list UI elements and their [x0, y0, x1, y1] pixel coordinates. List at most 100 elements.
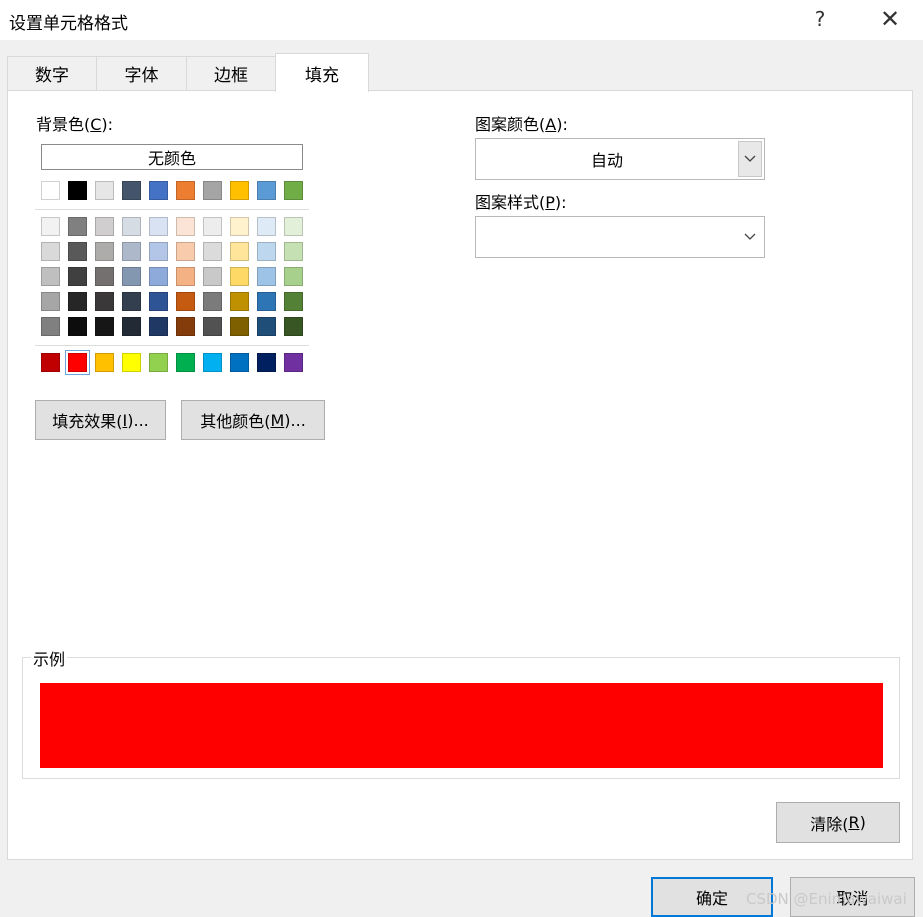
color-swatch[interactable]	[284, 267, 303, 286]
color-swatch[interactable]	[230, 242, 249, 261]
color-swatch[interactable]	[149, 353, 168, 372]
close-icon: ✕	[879, 5, 901, 33]
color-swatch[interactable]	[176, 242, 195, 261]
color-swatch[interactable]	[149, 317, 168, 336]
color-swatch[interactable]	[149, 181, 168, 200]
color-swatch[interactable]	[68, 181, 87, 200]
color-swatch[interactable]	[284, 292, 303, 311]
color-swatch[interactable]	[257, 292, 276, 311]
color-swatch[interactable]	[149, 267, 168, 286]
tab-number[interactable]: 数字	[7, 56, 97, 90]
color-swatch[interactable]	[149, 217, 168, 236]
color-swatch[interactable]	[41, 242, 60, 261]
close-button[interactable]: ✕	[868, 2, 912, 36]
color-swatch[interactable]	[68, 217, 87, 236]
pattern-style-value	[476, 217, 738, 257]
fill-effects-button[interactable]: 填充效果(I)...	[35, 400, 166, 440]
chevron-down-icon[interactable]	[738, 141, 762, 177]
color-swatch[interactable]	[176, 217, 195, 236]
help-button[interactable]: ?	[798, 2, 842, 36]
color-swatch[interactable]	[203, 267, 222, 286]
color-swatch[interactable]	[203, 317, 222, 336]
color-swatch[interactable]	[41, 217, 60, 236]
color-swatch[interactable]	[257, 267, 276, 286]
color-swatch[interactable]	[149, 242, 168, 261]
color-swatch[interactable]	[95, 267, 114, 286]
color-swatch[interactable]	[41, 292, 60, 311]
color-swatch[interactable]	[68, 242, 87, 261]
dialog-title: 设置单元格格式	[9, 14, 128, 34]
color-swatch[interactable]	[176, 317, 195, 336]
color-swatch[interactable]	[95, 181, 114, 200]
color-swatch[interactable]	[41, 267, 60, 286]
color-swatch[interactable]	[149, 292, 168, 311]
color-swatch[interactable]	[122, 317, 141, 336]
color-swatch[interactable]	[95, 242, 114, 261]
color-swatch[interactable]	[95, 217, 114, 236]
color-swatch[interactable]	[284, 181, 303, 200]
clear-button[interactable]: 清除(R)	[776, 802, 900, 843]
color-swatch[interactable]	[122, 242, 141, 261]
color-swatch[interactable]	[176, 267, 195, 286]
color-swatch[interactable]	[68, 267, 87, 286]
color-swatch[interactable]	[203, 353, 222, 372]
color-swatch[interactable]	[284, 217, 303, 236]
color-swatch[interactable]	[41, 181, 60, 200]
color-swatch[interactable]	[230, 267, 249, 286]
color-swatch[interactable]	[176, 292, 195, 311]
help-icon: ?	[814, 7, 826, 31]
color-swatch[interactable]	[65, 350, 90, 375]
color-swatch[interactable]	[68, 317, 87, 336]
color-swatch[interactable]	[122, 217, 141, 236]
title-bar: 设置单元格格式 ? ✕	[0, 0, 923, 40]
color-swatch[interactable]	[230, 217, 249, 236]
color-swatch[interactable]	[95, 317, 114, 336]
color-swatch[interactable]	[176, 353, 195, 372]
fill-panel: 背景色(C): 无颜色 填充效果(I)... 其他颜色(M)... 图案颜色(A…	[7, 90, 913, 860]
color-swatch[interactable]	[176, 181, 195, 200]
color-swatch[interactable]	[122, 292, 141, 311]
color-swatch[interactable]	[284, 317, 303, 336]
color-swatch[interactable]	[41, 317, 60, 336]
color-swatch[interactable]	[95, 353, 114, 372]
color-swatch[interactable]	[95, 292, 114, 311]
color-swatch[interactable]	[257, 317, 276, 336]
palette-separator	[35, 345, 309, 346]
pattern-style-select[interactable]	[475, 216, 765, 258]
tab-font[interactable]: 字体	[96, 56, 187, 90]
sample-group: 示例	[22, 646, 900, 779]
chevron-down-icon[interactable]	[738, 219, 762, 255]
color-swatch[interactable]	[230, 353, 249, 372]
background-color-label: 背景色(C):	[36, 115, 114, 134]
color-swatch[interactable]	[257, 353, 276, 372]
color-swatch[interactable]	[203, 181, 222, 200]
color-swatch[interactable]	[122, 181, 141, 200]
pattern-style-label: 图案样式(P):	[475, 193, 567, 212]
sample-preview	[40, 683, 883, 768]
tab-fill[interactable]: 填充	[275, 53, 369, 92]
color-swatch[interactable]	[203, 242, 222, 261]
color-swatch[interactable]	[122, 267, 141, 286]
tab-border[interactable]: 边框	[186, 56, 276, 90]
color-swatch[interactable]	[257, 181, 276, 200]
color-swatch[interactable]	[41, 353, 60, 372]
color-swatch[interactable]	[122, 353, 141, 372]
color-swatch[interactable]	[284, 353, 303, 372]
color-swatch[interactable]	[257, 242, 276, 261]
no-color-button[interactable]: 无颜色	[41, 144, 303, 170]
palette-separator	[35, 209, 309, 210]
color-swatch[interactable]	[257, 217, 276, 236]
pattern-color-value: 自动	[590, 151, 623, 170]
color-swatch[interactable]	[203, 217, 222, 236]
color-swatch[interactable]	[230, 181, 249, 200]
color-swatch[interactable]	[68, 292, 87, 311]
color-swatch[interactable]	[230, 317, 249, 336]
more-colors-button[interactable]: 其他颜色(M)...	[181, 400, 325, 440]
color-swatch[interactable]	[230, 292, 249, 311]
pattern-color-label: 图案颜色(A):	[475, 115, 568, 134]
color-swatch[interactable]	[284, 242, 303, 261]
pattern-color-select[interactable]: 自动	[475, 138, 765, 180]
color-swatch[interactable]	[203, 292, 222, 311]
sample-label: 示例	[31, 646, 68, 670]
watermark: CSDN @Enimawaiwai	[746, 890, 907, 908]
